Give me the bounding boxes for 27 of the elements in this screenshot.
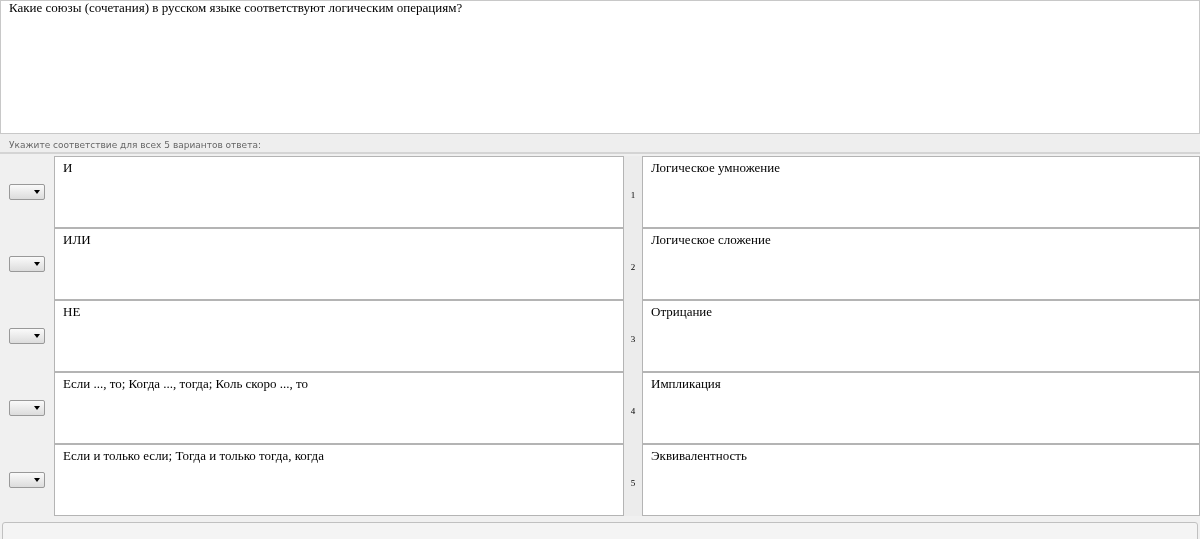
answer-dropdown[interactable]	[9, 328, 45, 344]
answer-text: НЕ	[63, 304, 81, 319]
question-text: Какие союзы (сочетания) в русском языке соответствуют логическим операциям?	[9, 0, 463, 15]
option-number: 1	[630, 190, 636, 200]
option-number: 5	[630, 478, 636, 488]
option-text: Эквивалентность	[651, 448, 747, 463]
caret-icon	[34, 190, 40, 194]
option-number: 4	[630, 406, 636, 416]
answer-text: Если и только если; Тогда и только тогда, когда	[63, 448, 324, 463]
option-text: Отрицание	[651, 304, 713, 319]
answer-dropdown[interactable]	[9, 256, 45, 272]
answer-text: Если ..., то; Когда ..., тогда; Коль скоро ..., то	[63, 376, 308, 391]
option-text: Импликация	[651, 376, 721, 391]
caret-icon	[34, 478, 40, 482]
option-number: 3	[630, 334, 636, 344]
answer-text: И	[63, 160, 73, 175]
option-text: Логическое сложение	[651, 232, 771, 247]
instruction-text: Укажите соответствие для всех 5 вариантов ответа:	[9, 140, 261, 150]
option-number: 2	[630, 262, 636, 272]
answer-dropdown[interactable]	[9, 472, 45, 488]
answer-dropdown[interactable]	[9, 184, 45, 200]
answer-text: ИЛИ	[63, 232, 91, 247]
caret-icon	[34, 406, 40, 410]
option-text: Логическое умножение	[651, 160, 780, 175]
caret-icon	[34, 262, 40, 266]
answer-dropdown[interactable]	[9, 400, 45, 416]
caret-icon	[34, 334, 40, 338]
